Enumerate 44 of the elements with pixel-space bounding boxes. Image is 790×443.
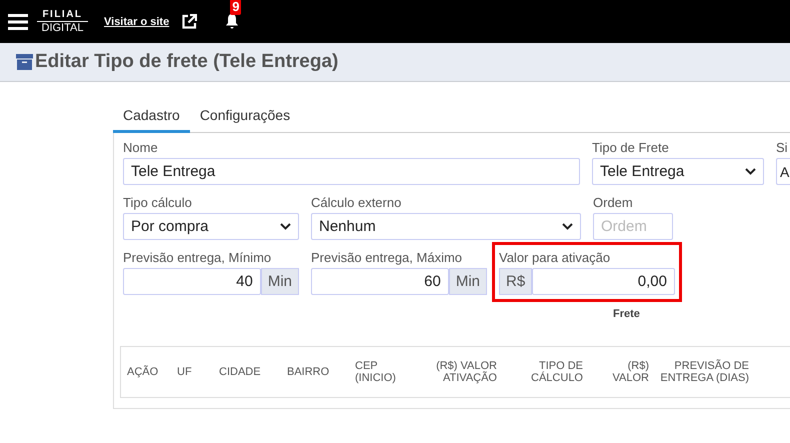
- number-field[interactable]: 40: [123, 268, 261, 295]
- logo[interactable]: FILIAL DIGITAL: [37, 9, 88, 34]
- column-header: TIPO DE CÁLCULO: [530, 360, 584, 384]
- select-field[interactable]: Nenhum: [311, 213, 581, 240]
- chevron-down-icon: [280, 223, 291, 230]
- chevron-down-icon: [745, 168, 756, 175]
- column-header: (R$) VALOR: [612, 360, 650, 384]
- column-header: UF: [177, 366, 193, 378]
- field-label: Previsão entrega, Mínimo: [123, 249, 272, 266]
- currency-addon: R$: [499, 268, 532, 295]
- tab[interactable]: Configurações: [190, 101, 300, 133]
- chevron-down-icon: [562, 223, 573, 230]
- field-label: Ordem: [593, 194, 634, 211]
- page-title: Editar Tipo de frete (Tele Entrega): [35, 51, 338, 73]
- text-field[interactable]: Tele Entrega: [123, 158, 580, 185]
- column-header: CIDADE: [219, 366, 262, 378]
- unit-addon: Min: [448, 268, 487, 295]
- column-header: (R$) VALOR ATIVAÇÃO: [435, 360, 498, 384]
- field-label: Valor para ativação: [499, 249, 612, 266]
- select-field[interactable]: Tele Entrega: [592, 158, 764, 185]
- archive-icon: [16, 54, 33, 70]
- field-label: Tipo de Frete: [592, 139, 670, 156]
- field-label: Cálculo externo: [311, 194, 402, 211]
- column-header: BAIRRO: [287, 366, 330, 378]
- select-field[interactable]: A: [776, 158, 790, 185]
- number-field[interactable]: 60: [311, 268, 449, 295]
- visit-site-link[interactable]: Visitar o site: [104, 16, 170, 28]
- column-header: CEP (INICIO): [355, 360, 397, 384]
- notification-badge: 9: [230, 0, 242, 15]
- field-label: Nome: [123, 139, 159, 156]
- section-label: Frete: [613, 308, 640, 320]
- external-link-icon[interactable]: [182, 14, 198, 29]
- column-header: PREVISÃO DE ENTREGA (DIAS): [659, 360, 750, 384]
- field-label: Tipo cálculo: [123, 194, 193, 211]
- text-field[interactable]: Ordem: [593, 213, 673, 240]
- bell-icon[interactable]: [225, 13, 240, 29]
- unit-addon: Min: [260, 268, 299, 295]
- column-header: AÇÃO: [127, 366, 160, 378]
- tab[interactable]: Cadastro: [113, 101, 190, 133]
- amount-field[interactable]: 0,00: [532, 268, 675, 295]
- select-field[interactable]: Por compra: [123, 213, 299, 240]
- field-label: Si: [776, 139, 789, 156]
- menu-icon[interactable]: [8, 14, 28, 30]
- field-label: Previsão entrega, Máximo: [311, 249, 464, 266]
